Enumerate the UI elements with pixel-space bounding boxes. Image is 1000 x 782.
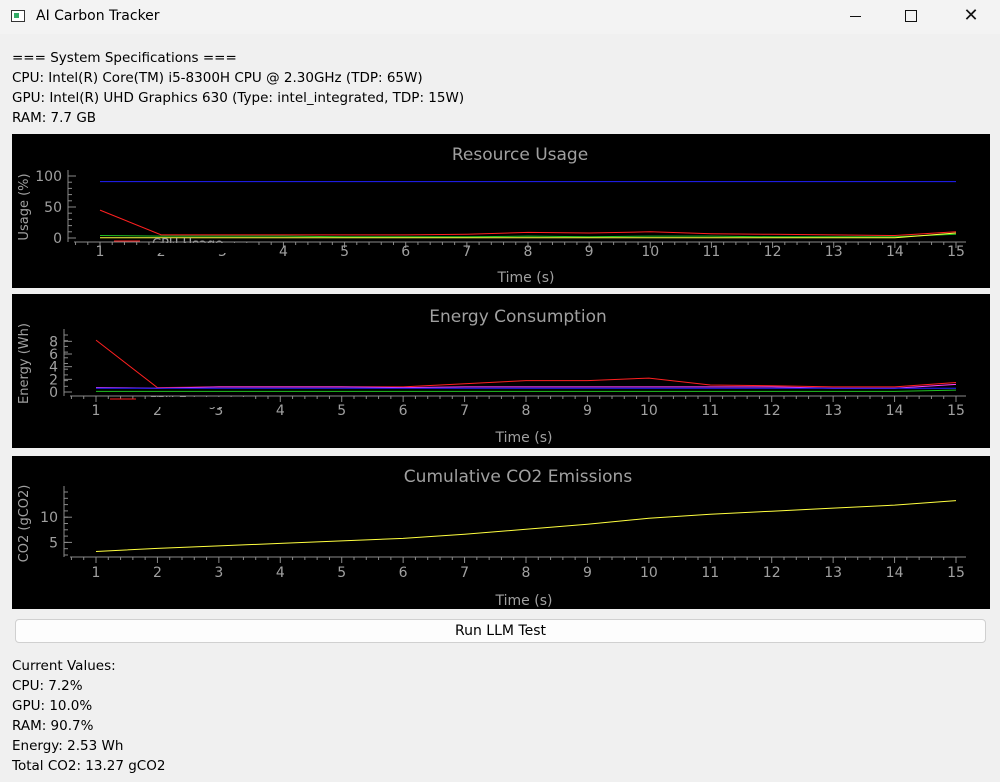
x-tick-label: 13 bbox=[824, 403, 842, 419]
run-llm-test-button[interactable]: Run LLM Test bbox=[15, 619, 986, 643]
x-axis-label: Time (s) bbox=[495, 430, 553, 446]
app-icon bbox=[11, 10, 25, 22]
x-tick-label: 8 bbox=[524, 244, 533, 260]
x-tick-label: 4 bbox=[276, 403, 285, 419]
x-tick-label: 13 bbox=[824, 565, 842, 581]
chart-title: Resource Usage bbox=[452, 145, 588, 165]
x-tick-label: 5 bbox=[337, 565, 346, 581]
legend-clip bbox=[150, 243, 250, 253]
x-tick-label: 10 bbox=[640, 403, 658, 419]
system-specs: === System Specifications === CPU: Intel… bbox=[12, 48, 464, 128]
window-title: AI Carbon Tracker bbox=[36, 8, 160, 24]
x-tick-label: 4 bbox=[276, 565, 285, 581]
specs-header: === System Specifications === bbox=[12, 50, 237, 66]
x-tick-label: 12 bbox=[764, 244, 782, 260]
x-tick-label: 8 bbox=[522, 403, 531, 419]
x-tick-label: 14 bbox=[886, 403, 904, 419]
x-tick-label: 7 bbox=[460, 403, 469, 419]
current-cpu: CPU: 7.2% bbox=[12, 678, 83, 694]
chart-svg: Resource Usage123456789101112131415Time … bbox=[17, 145, 966, 286]
x-tick-label: 10 bbox=[641, 244, 659, 260]
x-tick-label: 14 bbox=[886, 244, 904, 260]
co2-emissions-chart: Cumulative CO2 Emissions 1 2 3 4 5 6 7 8 9 10 11 12 1… bbox=[12, 456, 990, 609]
x-tick-label: 4 bbox=[279, 244, 288, 260]
minimize-icon bbox=[849, 15, 861, 17]
resource-usage-chart: Resource Usage123456789101112131415Time … bbox=[12, 134, 990, 288]
x-tick-label: 9 bbox=[585, 244, 594, 260]
x-tick-label: 13 bbox=[825, 244, 843, 260]
x-tick-label: 9 bbox=[583, 403, 592, 419]
y-tick-label: 50 bbox=[44, 200, 62, 216]
current-header: Current Values: bbox=[12, 658, 116, 674]
x-axis-label: Time (s) bbox=[495, 593, 553, 609]
x-tick-label: 14 bbox=[886, 565, 904, 581]
current-gpu: GPU: 10.0% bbox=[12, 698, 93, 714]
series-line-unlabeled bbox=[96, 389, 957, 392]
y-axis-label: Usage (%) bbox=[17, 173, 32, 240]
close-icon: ✕ bbox=[963, 5, 979, 26]
y-tick-label: 0 bbox=[53, 231, 62, 247]
series-line-cpu-energy bbox=[95, 339, 957, 389]
x-tick-label: 11 bbox=[703, 244, 721, 260]
x-tick-label: 12 bbox=[763, 403, 781, 419]
x-tick-label: 10 bbox=[640, 565, 658, 581]
x-tick-label: 8 bbox=[522, 565, 531, 581]
x-tick-label: 1 bbox=[92, 565, 101, 581]
legend-clip bbox=[146, 397, 246, 407]
x-tick-label: 11 bbox=[701, 565, 719, 581]
x-tick-label: 5 bbox=[340, 244, 349, 260]
current-co2: Total CO2: 13.27 gCO2 bbox=[12, 758, 166, 774]
maximize-icon bbox=[905, 10, 917, 22]
current-values: Current Values: CPU: 7.2% GPU: 10.0% RAM… bbox=[12, 656, 165, 776]
x-tick-label: 9 bbox=[583, 565, 592, 581]
energy-consumption-chart: Energy Consumption 1 2 3 4 5 6 7 8 9 10 11 12 13 14 15 T… bbox=[12, 294, 990, 448]
minimize-button[interactable] bbox=[826, 0, 884, 32]
x-tick-label: 15 bbox=[947, 565, 965, 581]
y-tick-label: 8 bbox=[49, 334, 58, 350]
current-ram: RAM: 90.7% bbox=[12, 718, 94, 734]
y-tick-label: 5 bbox=[49, 535, 58, 551]
x-tick-label: 15 bbox=[947, 244, 965, 260]
x-tick-label: 7 bbox=[460, 565, 469, 581]
maximize-button[interactable] bbox=[882, 0, 940, 32]
y-axis-label: CO2 (gCO2) bbox=[17, 485, 32, 563]
x-tick-label: 6 bbox=[401, 244, 410, 260]
x-tick-label: 3 bbox=[214, 565, 223, 581]
y-tick-label: 10 bbox=[40, 510, 58, 526]
close-button[interactable]: ✕ bbox=[942, 0, 1000, 32]
x-tick-label: 2 bbox=[153, 565, 162, 581]
chart-svg: Energy Consumption1 2 3 4 5 6 7 8 9 10 11 12 13 14 15T… bbox=[17, 307, 966, 446]
x-tick-label: 6 bbox=[399, 565, 408, 581]
x-tick-label: 11 bbox=[701, 403, 719, 419]
chart-title: Energy Consumption bbox=[429, 307, 607, 327]
series-line-unlabeled bbox=[95, 500, 957, 552]
current-energy: Energy: 2.53 Wh bbox=[12, 738, 124, 754]
x-tick-label: 1 bbox=[96, 244, 105, 260]
x-tick-label: 1 bbox=[92, 403, 101, 419]
chart-title: Cumulative CO2 Emissions bbox=[404, 467, 633, 487]
x-tick-label: 15 bbox=[947, 403, 965, 419]
chart-svg: Cumulative CO2 Emissions1 2 3 4 5 6 7 8 9 10 11 12 1… bbox=[17, 467, 966, 609]
title-bar: AI Carbon Tracker ✕ bbox=[0, 0, 1000, 34]
x-tick-label: 12 bbox=[763, 565, 781, 581]
specs-gpu: GPU: Intel(R) UHD Graphics 630 (Type: in… bbox=[12, 90, 465, 106]
specs-ram: RAM: 7.7 GB bbox=[12, 110, 97, 126]
x-axis-label: Time (s) bbox=[497, 270, 555, 286]
x-tick-label: 6 bbox=[399, 403, 408, 419]
x-tick-label: 7 bbox=[462, 244, 471, 260]
series-line-cpu-usage bbox=[99, 209, 957, 237]
y-tick-label: 100 bbox=[35, 169, 62, 185]
y-axis-label: Energy (Wh) bbox=[17, 323, 32, 404]
x-tick-label: 5 bbox=[337, 403, 346, 419]
specs-cpu: CPU: Intel(R) Core(TM) i5-8300H CPU @ 2.… bbox=[12, 70, 423, 86]
